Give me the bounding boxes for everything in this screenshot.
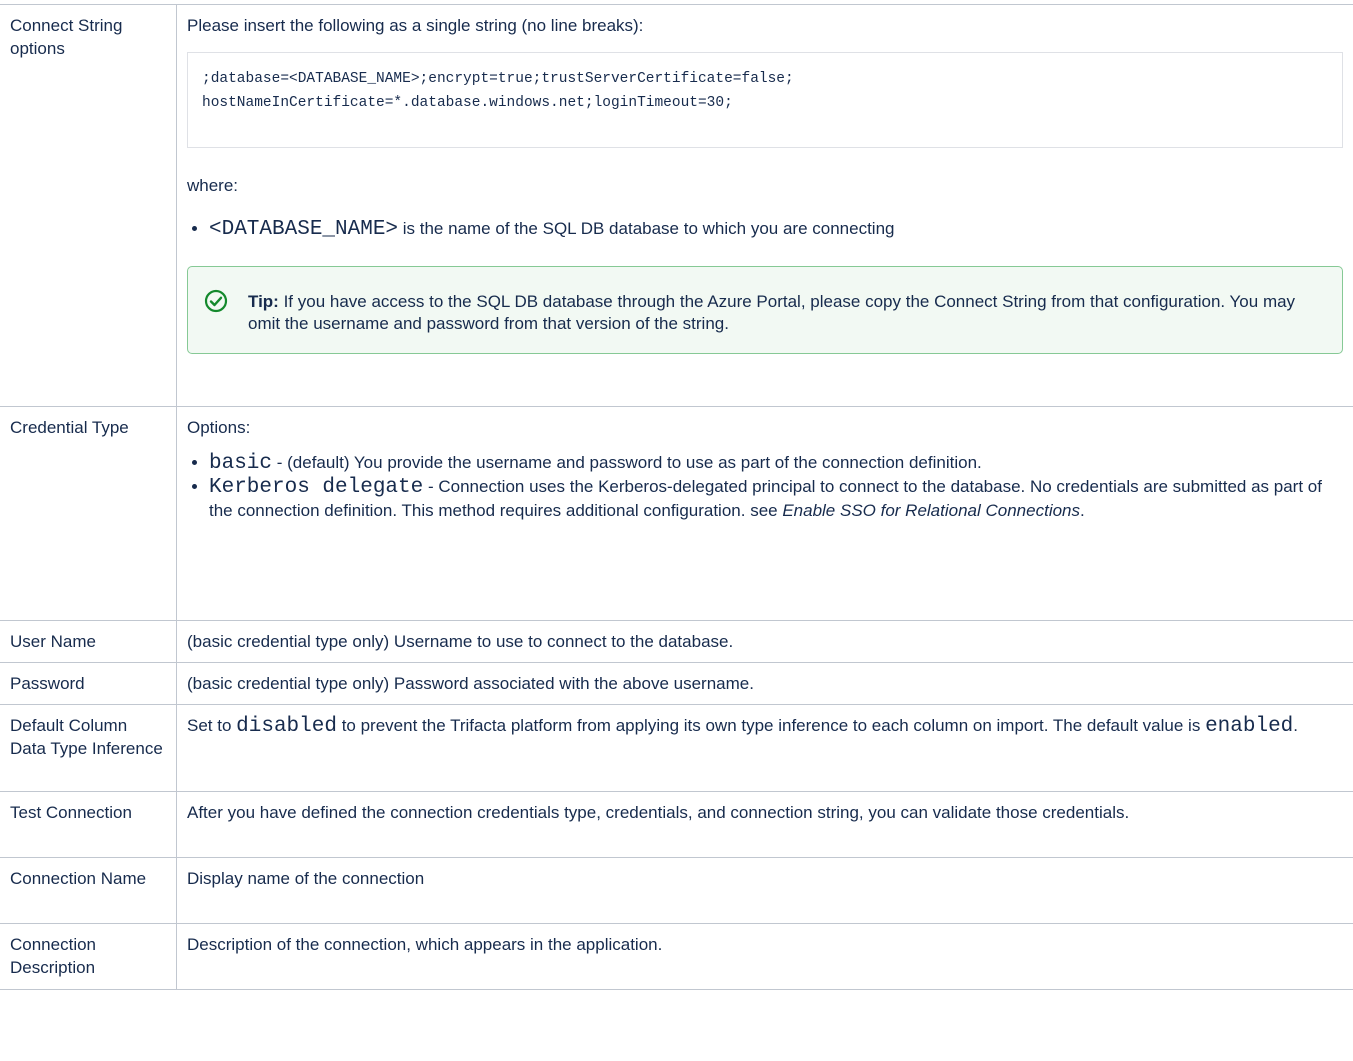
row-key: Test Connection <box>0 792 177 858</box>
table-row-user-name: User Name (basic credential type only) U… <box>0 621 1353 663</box>
row-value: Options: basic - (default) You provide t… <box>177 407 1353 621</box>
inline-code: enabled <box>1205 715 1293 738</box>
table-row-credential-type: Credential Type Options: basic - (defaul… <box>0 407 1353 621</box>
table-row-connection-name: Connection Name Display name of the conn… <box>0 858 1353 924</box>
doc-link[interactable]: Enable SSO for Relational Connections <box>782 501 1080 520</box>
row-value: Display name of the connection <box>177 858 1353 924</box>
row-value: (basic credential type only) Username to… <box>177 621 1353 663</box>
where-list: <DATABASE_NAME> is the name of the SQL D… <box>187 217 1343 241</box>
connect-string-intro: Please insert the following as a single … <box>187 14 1343 37</box>
row-key: User Name <box>0 621 177 663</box>
row-value: (basic credential type only) Password as… <box>177 663 1353 705</box>
row-key: Connection Name <box>0 858 177 924</box>
list-item: Kerberos delegate - Connection uses the … <box>209 475 1343 522</box>
row-key: Credential Type <box>0 407 177 621</box>
where-label: where: <box>187 174 1343 197</box>
row-value: Set to disabled to prevent the Trifacta … <box>177 705 1353 792</box>
row-value: After you have defined the connection cr… <box>177 792 1353 858</box>
row-key: Connect String options <box>0 5 177 407</box>
options-list: basic - (default) You provide the userna… <box>187 451 1343 522</box>
tip-text: If you have access to the SQL DB databas… <box>248 292 1295 333</box>
list-item: basic - (default) You provide the userna… <box>209 451 1343 475</box>
list-item: <DATABASE_NAME> is the name of the SQL D… <box>209 217 1343 241</box>
inline-code: <DATABASE_NAME> <box>209 218 398 241</box>
check-circle-icon <box>204 289 228 313</box>
row-key: Default Column Data Type Inference <box>0 705 177 792</box>
table-row-test-connection: Test Connection After you have defined t… <box>0 792 1353 858</box>
options-label: Options: <box>187 416 1343 439</box>
row-value: Description of the connection, which app… <box>177 924 1353 990</box>
inline-code: disabled <box>236 715 337 738</box>
row-key: Connection Description <box>0 924 177 990</box>
code-line: hostNameInCertificate=*.database.windows… <box>202 91 1328 115</box>
tip-panel: Tip: If you have access to the SQL DB da… <box>187 266 1343 354</box>
code-block[interactable]: ;database=<DATABASE_NAME>;encrypt=true;t… <box>187 52 1343 148</box>
row-value: Please insert the following as a single … <box>177 5 1353 407</box>
table-row-password: Password (basic credential type only) Pa… <box>0 663 1353 705</box>
code-line: ;database=<DATABASE_NAME>;encrypt=true;t… <box>202 67 1328 91</box>
row-key: Password <box>0 663 177 705</box>
connection-options-table: Connect String options Please insert the… <box>0 4 1353 990</box>
tip-label: Tip: <box>248 292 279 311</box>
inline-code: basic <box>209 452 272 475</box>
inline-code: Kerberos delegate <box>209 476 423 499</box>
table-row-connection-description: Connection Description Description of th… <box>0 924 1353 990</box>
table-row-type-inference: Default Column Data Type Inference Set t… <box>0 705 1353 792</box>
table-row-connect-string: Connect String options Please insert the… <box>0 5 1353 407</box>
